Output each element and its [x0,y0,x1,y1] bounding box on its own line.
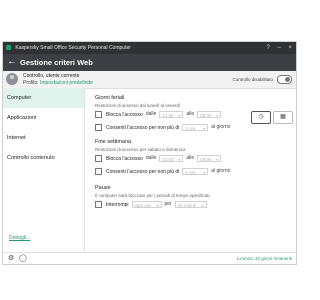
chevron-down-icon: ▾ [178,113,181,118]
weekdays-limit-label: Consenti l'accesso per non più di [106,124,180,131]
toggle-knob [285,77,290,82]
kaspersky-logo-icon [6,45,11,51]
pauses-duration-value: 15 minuti [177,203,197,208]
weekend-limit-row: Consenti l'accesso per non più di 2 ore ▾ a… [95,167,233,176]
window-title: Kaspersky Small Office Security Personal… [15,45,131,51]
weekend-from-value: 21:00 [162,157,174,162]
sidebar-item-content-control[interactable]: Controllo contenuto [3,148,84,168]
close-button[interactable]: × [288,45,292,51]
weekend-title: Fine settimana [95,139,132,145]
clock-icon[interactable]: ◷ [251,111,271,124]
control-toggle[interactable] [277,75,292,84]
weekend-limit-label: Consenti l'accesso per non più di [106,168,180,175]
pauses-row: Interrompi ogni ora ▾ per 15 minuti ▾ [95,200,207,209]
title-bar: Kaspersky Small Office Security Personal… [3,42,296,54]
weekend-limit-value: 2 ore [185,170,196,175]
pauses-desc: Il computer sarà bloccato per i periodi … [95,193,211,198]
chevron-down-icon: ▾ [216,113,219,118]
weekdays-to-value: 06:00 [200,113,212,118]
chevron-down-icon: ▾ [203,126,206,131]
pauses-title: Pause [95,185,111,191]
chevron-down-icon: ▾ [201,203,204,208]
weekdays-desc: Restrizioni di accesso dal lunedì al ven… [95,103,181,108]
user-name: Controllo, utente corrente [23,73,80,79]
weekend-to-select[interactable]: 06:00 ▾ [197,155,222,162]
window-controls: ? – × [260,42,292,54]
view-toggle: ◷ ▦ [249,105,293,124]
weekend-to-value: 06:00 [200,157,212,162]
sidebar-item-applications[interactable]: Applicazioni [3,108,84,128]
user-avatar-icon [6,73,18,85]
gear-icon[interactable]: ⚙ [8,254,14,262]
back-arrow-icon[interactable]: ← [7,56,17,68]
weekdays-limit-checkbox[interactable] [95,124,102,131]
minimize-button[interactable]: – [277,45,280,51]
weekdays-to-label: alle [186,111,195,117]
page-title: Gestione criteri Web [20,58,93,67]
support-icon[interactable]: ◯ [19,254,27,262]
help-button[interactable]: ? [266,45,269,51]
app-window: Kaspersky Small Office Security Personal… [2,41,297,265]
profile-link[interactable]: Impostazioni predefinite [40,80,93,86]
chevron-down-icon: ▾ [216,157,219,162]
chevron-down-icon: ▾ [178,157,181,162]
calendar-icon[interactable]: ▦ [273,111,293,124]
pauses-interval-value: ogni ora [134,203,151,208]
details-link[interactable]: Dettagli... [9,235,30,241]
weekend-block-row: Blocca l'accesso dalle 21:00 ▾ alle 06:00 ▾ [95,154,222,163]
weekdays-block-checkbox[interactable] [95,111,102,118]
weekdays-per-day-label: al giorno [211,124,231,130]
sidebar-item-computer[interactable]: Computer [3,88,84,108]
weekend-limit-select[interactable]: 2 ore ▾ [182,168,209,175]
bottom-bar: ⚙ ◯ Licenza: 32 giorni rimanenti [3,252,296,265]
weekdays-from-label: dalle [145,111,157,117]
profile-row: Profilo: Impostazioni predefinite [23,80,93,86]
weekdays-limit-value: 2 ore [185,126,196,131]
weekdays-limit-row: Consenti l'accesso per non più di 2 ore ▾ a… [95,123,233,132]
weekdays-to-select[interactable]: 06:00 ▾ [197,111,222,118]
pauses-duration-select[interactable]: 15 minuti ▾ [174,201,207,208]
weekend-from-select[interactable]: 21:00 ▾ [159,155,184,162]
weekend-block-checkbox[interactable] [95,155,102,162]
sidebar: Computer Applicazioni Internet Controllo… [3,88,85,252]
weekdays-block-label: Blocca l'accesso [106,111,143,118]
pauses-checkbox[interactable] [95,201,102,208]
chevron-down-icon: ▾ [156,203,159,208]
weekend-desc: Restrizioni di accesso per sabato e dome… [95,147,186,152]
weekend-limit-checkbox[interactable] [95,168,102,175]
weekend-per-day-label: al giorno [211,168,231,174]
weekend-from-label: dalle [145,155,157,161]
chevron-down-icon: ▾ [203,170,206,175]
pauses-for-label: per [164,201,172,207]
license-link[interactable]: Licenza: 32 giorni rimanenti [237,256,292,261]
weekdays-title: Giorni feriali [95,95,125,101]
user-bar: Controllo, utente corrente Profilo: Impo… [3,71,296,89]
weekdays-limit-select[interactable]: 2 ore ▾ [182,124,209,131]
weekend-to-label: alle [186,155,195,161]
sidebar-item-internet[interactable]: Internet [3,128,84,148]
weekdays-block-row: Blocca l'accesso dalle 21:00 ▾ alle 06:00 ▾ [95,110,222,119]
weekdays-from-select[interactable]: 21:00 ▾ [159,111,184,118]
page-header: ← Gestione criteri Web [3,54,296,71]
pauses-interval-select[interactable]: ogni ora ▾ [131,201,162,208]
pauses-interrupt-label: Interrompi [106,201,129,208]
weekend-block-label: Blocca l'accesso [106,155,143,162]
control-status: Controllo disabilitato [232,77,273,82]
weekdays-from-value: 21:00 [162,113,174,118]
profile-label: Profilo: [23,80,39,86]
